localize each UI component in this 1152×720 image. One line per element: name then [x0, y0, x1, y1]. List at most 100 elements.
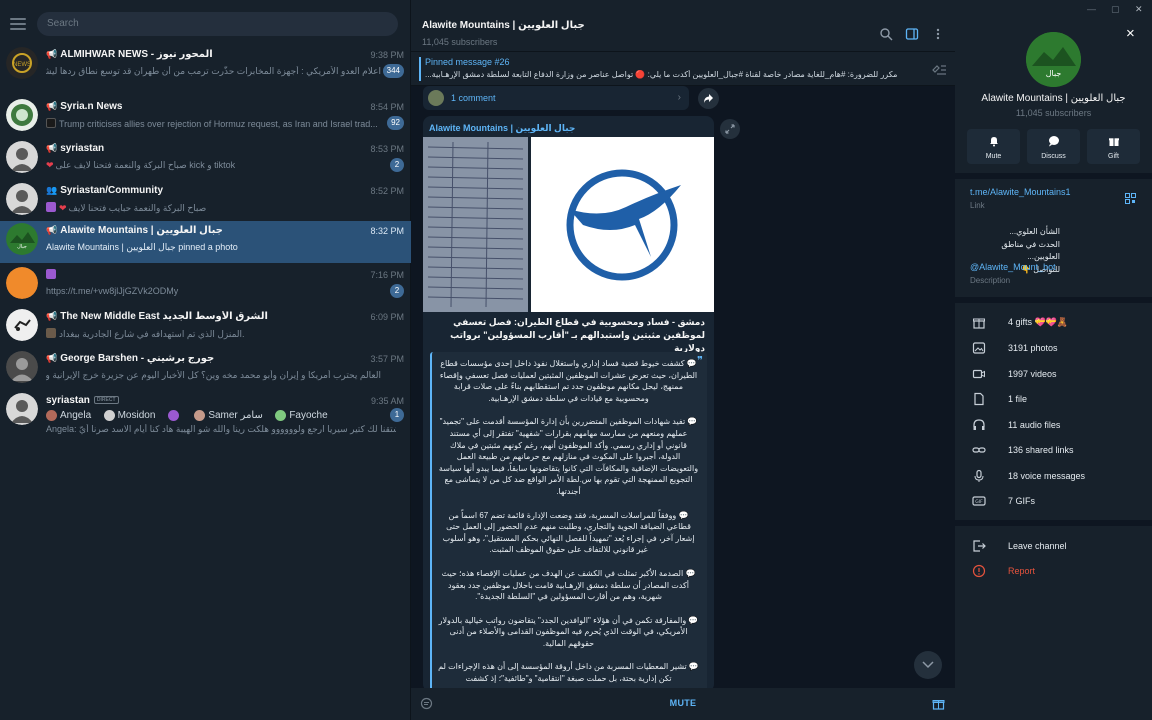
quote-paragraph: 💬 تشير المعطيات المسربة من داخل أروقة ال…	[438, 662, 699, 684]
search-input[interactable]: Search	[37, 12, 398, 36]
chat-preview: صباح البركة والنعمة حبايب فتحنا لايف	[68, 203, 207, 213]
airline-logo-photo[interactable]	[531, 137, 714, 312]
channel-avatar[interactable]: جبال	[1026, 32, 1081, 87]
document-image	[423, 137, 528, 312]
chat-preview: العالم يحترب أمريكا و إيران وأبو محمد مخ…	[46, 370, 381, 380]
sidebar-toggle-icon[interactable]	[905, 27, 919, 41]
chat-item-syriastan-community[interactable]: 👥 Syriastan/Community 8:52 PM ❤ صباح البرك…	[0, 181, 411, 223]
cross-icon	[46, 202, 56, 212]
pinned-title: Pinned message #26	[425, 57, 510, 67]
gift-icon	[973, 318, 985, 329]
quote-paragraph: 💬 كشفت خيوط قضية فساد إداري واستغلال نفو…	[439, 359, 698, 403]
media-label: 3191 photos	[1008, 343, 1058, 353]
quote-paragraph: 💬 تفيد شهادات الموظفين المتضررين بأن إدا…	[438, 417, 699, 496]
chat-item-almihwar[interactable]: NEWS 📢 ALMIHWAR NEWS - المحور نيوز 9:38 P…	[0, 45, 411, 87]
search-icon[interactable]	[879, 27, 893, 41]
group-icon: 👥	[46, 185, 58, 195]
headphones-icon	[973, 419, 985, 430]
quote-paragraph: 💬 ووفقاً للمراسلات المسربة، فقد وضعت الإ…	[442, 510, 695, 555]
channel-link[interactable]: t.me/Alawite_Mountains1	[970, 187, 1071, 197]
chat-time: 8:52 PM	[370, 186, 404, 196]
link-icon	[972, 447, 986, 453]
telegram-window: Search NEWS 📢 ALMIHWAR NEWS - المحور نيوز…	[0, 0, 1152, 720]
avatar	[6, 99, 38, 131]
chat-title: George Barshen - جورج برشيني	[60, 353, 215, 364]
story-chip[interactable]: Fayoche	[275, 410, 328, 421]
media-videos[interactable]: 1997 videos	[955, 365, 1152, 383]
gif-icon: GIF	[972, 496, 986, 506]
chat-item-syrian-news[interactable]: 📢 Syria.n News 8:54 PM Trump criticises a…	[0, 97, 411, 139]
document-photo[interactable]	[423, 137, 528, 312]
discuss-action-button[interactable]: Discuss	[1027, 129, 1080, 164]
media-gifs[interactable]: GIF 7 GIFs	[955, 492, 1152, 510]
megaphone-icon: 📢	[46, 143, 58, 153]
media-files[interactable]: 1 file	[955, 390, 1152, 408]
description-label: Description	[970, 276, 1011, 285]
chat-bubble-icon	[1048, 136, 1059, 147]
story-chip[interactable]: Samer سامر	[194, 410, 263, 421]
message-author[interactable]: Alawite Mountains | جبال العلويين	[429, 123, 575, 134]
avatar: NEWS	[6, 47, 38, 79]
media-voice[interactable]: 18 voice messages	[955, 467, 1152, 485]
unread-badge: 92	[387, 116, 404, 130]
leave-channel-button[interactable]: Leave channel	[955, 537, 1152, 555]
chat-preview: Alawite Mountains | جبال العلويين pinned…	[46, 242, 238, 252]
media-gifts[interactable]: 4 gifts 💝💝🧸	[955, 313, 1152, 331]
avatar	[6, 141, 38, 173]
chat-preview: صباح البركة والنعمة فتحنا لايف على kick …	[55, 160, 236, 170]
megaphone-icon: 📢	[46, 225, 58, 235]
chevron-right-icon: ›	[677, 92, 681, 103]
media-label: 4 gifts 💝💝🧸	[1008, 317, 1069, 327]
description-bot-link[interactable]: @Alawite_Mount_bot	[970, 262, 1056, 272]
leave-label: Leave channel	[1008, 541, 1067, 551]
avatar	[6, 183, 38, 215]
menu-icon[interactable]	[10, 18, 26, 30]
close-icon[interactable]: ×	[1126, 25, 1135, 42]
chat-item-syriastan[interactable]: 📢 syriastan 8:53 PM ❤ صباح البركة والنعمة …	[0, 139, 411, 181]
description-line: الشأن العلوي...	[1009, 227, 1060, 236]
media-links[interactable]: 136 shared links	[955, 441, 1152, 459]
chat-time: 9:38 PM	[370, 50, 404, 60]
chat-preview: Trump criticises allies over rejection o…	[59, 119, 378, 129]
report-label: Report	[1008, 566, 1036, 576]
message-headline: دمشق - فساد ومحسوبية في قطاع الطيران: فص…	[450, 317, 705, 353]
qr-code-icon[interactable]	[1125, 193, 1136, 204]
media-label: 11 audio files	[1008, 420, 1061, 430]
chat-item-new-middle-east[interactable]: 📢 The New Middle East الشرق الأوسط الجديد…	[0, 307, 411, 349]
pin-list-icon[interactable]	[931, 62, 947, 76]
gift-action-button[interactable]: Gift	[1087, 129, 1140, 164]
message-bubble[interactable]: Alawite Mountains | جبال العلويين دمشق -…	[423, 116, 714, 692]
gift-icon[interactable]	[932, 697, 945, 710]
scroll-down-button[interactable]	[914, 651, 942, 679]
forward-button[interactable]	[698, 88, 719, 109]
quote-paragraph: 💬 الصدمة الأكبر تمثلت في الكشف عن الهدف …	[441, 568, 696, 602]
more-menu-icon[interactable]	[931, 27, 945, 41]
mute-button[interactable]: MUTE	[411, 698, 955, 708]
media-photos[interactable]: 3191 photos	[955, 339, 1152, 357]
story-chip[interactable]: Angela	[46, 410, 91, 421]
megaphone-icon: 📢	[46, 49, 58, 59]
action-label: Discuss	[1041, 153, 1066, 160]
minimize-icon[interactable]: —	[1087, 4, 1096, 14]
story-chip[interactable]	[167, 410, 182, 421]
report-button[interactable]: Report	[955, 562, 1152, 580]
avatar: جبال	[6, 223, 38, 255]
chat-item-alawite-mountains[interactable]: جبال 📢 Alawite Mountains | جبال العلويين …	[0, 221, 411, 263]
media-audio[interactable]: 11 audio files	[955, 416, 1152, 434]
comments-label: 1 comment	[451, 93, 496, 103]
expand-button[interactable]	[720, 119, 740, 139]
chat-item-syriastan-direct[interactable]: syriastan DIRECT 9:35 AM Angela Mosidon S…	[0, 391, 411, 439]
svg-text:NEWS: NEWS	[13, 62, 31, 68]
chat-item-george-barshen[interactable]: 📢 George Barshen - جورج برشيني 3:57 PM ال…	[0, 349, 411, 391]
channel-title[interactable]: Alawite Mountains | جبال العلويين	[422, 20, 585, 31]
chat-item-orange[interactable]: 7:16 PM https://t.me/+vw8jlJjGZVk2ODMy 2	[0, 265, 411, 307]
comments-button[interactable]: 1 comment ›	[423, 86, 689, 110]
heart-icon: ❤	[59, 203, 67, 213]
pinned-message-bar[interactable]: Pinned message #26 مكرر للضرورة: #هام_لل…	[411, 52, 955, 86]
report-icon	[972, 564, 986, 578]
story-chip[interactable]: Mosidon	[103, 410, 155, 421]
chevron-down-icon	[922, 661, 934, 669]
window-close-icon[interactable]: ✕	[1135, 4, 1143, 15]
maximize-icon[interactable]: ▢	[1111, 4, 1120, 15]
mute-action-button[interactable]: Mute	[967, 129, 1020, 164]
